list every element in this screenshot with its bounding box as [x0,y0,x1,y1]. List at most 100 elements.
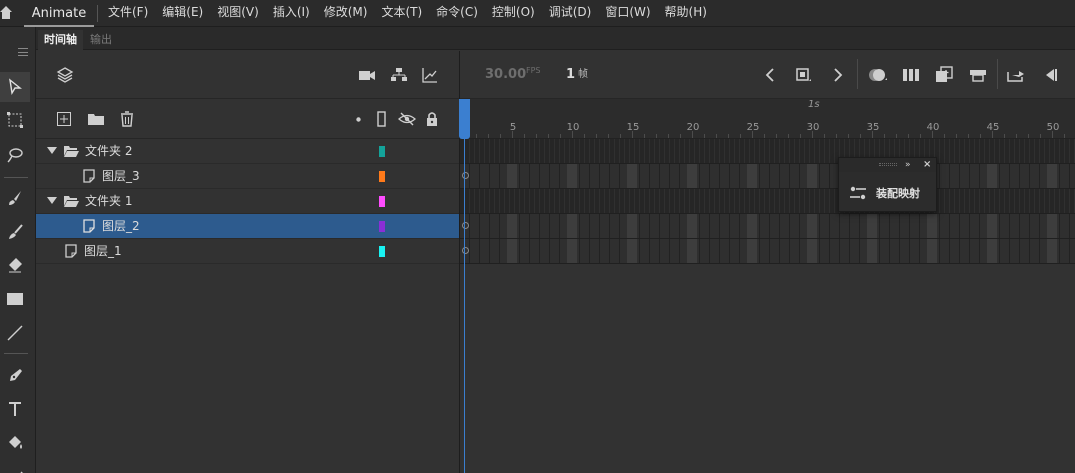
frame-cell-marker [567,239,577,263]
free-transform-tool[interactable] [0,105,30,135]
more-tools[interactable] [0,462,30,473]
expand-triangle-icon[interactable] [47,147,57,154]
app-title[interactable]: Animate [24,0,94,27]
frame-track-folder-1[interactable] [460,189,1075,214]
menu-bar: Animate 文件(F) 编辑(E) 视图(V) 插入(I) 修改(M) 文本… [0,0,1075,27]
menu-window[interactable]: 窗口(W) [605,0,650,27]
menu-modify[interactable]: 修改(M) [324,0,368,27]
new-folder-button[interactable] [86,110,106,128]
loop-button[interactable] [1006,65,1026,85]
camera-button[interactable] [357,65,377,85]
insert-blank-keyframe-button[interactable] [968,65,988,85]
ruler-tick [992,131,993,138]
layer-row-folder-1[interactable]: 文件夹 1 [36,189,459,214]
layer-color-swatch[interactable] [379,246,385,257]
rectangle-tool[interactable] [0,284,30,314]
brush-tool[interactable] [0,217,30,247]
tab-timeline[interactable]: 时间轴 [38,30,83,50]
tab-output[interactable]: 输出 [84,30,118,50]
layer-tools-row [36,99,459,139]
next-frame-button[interactable] [830,66,846,84]
drag-grip-icon[interactable] [879,163,897,166]
menu-edit[interactable]: 编辑(E) [162,0,203,27]
fluid-brush-icon [9,191,21,205]
layer-row-layer-3[interactable]: 图层_3 [36,164,459,189]
lock-toggle[interactable] [424,110,440,128]
menu-insert[interactable]: 插入(I) [273,0,310,27]
insert-keyframe-button[interactable] [934,65,954,85]
ruler-tick [944,134,945,138]
close-icon[interactable]: × [923,158,931,172]
menu-file[interactable]: 文件(F) [108,0,148,27]
stop-button[interactable] [794,66,812,84]
frame-cell-marker [807,239,817,263]
rectangle-icon [7,293,23,305]
paint-bucket-icon [9,436,22,449]
ruler-tick [860,134,861,138]
ruler-tick [584,134,585,138]
frame-track-layer-1[interactable] [460,239,1075,264]
frame-cell-marker [627,214,637,238]
menu-debug[interactable]: 调试(D) [549,0,592,27]
menu-help[interactable]: 帮助(H) [665,0,707,27]
previous-frame-button[interactable] [762,66,778,84]
text-tool[interactable] [0,394,30,424]
ruler-tick [848,134,849,138]
lasso-tool[interactable] [0,140,30,170]
frame-cell-marker [627,239,637,263]
frame-cell-marker [687,164,697,188]
graph-button[interactable] [420,65,440,85]
layer-color-swatch[interactable] [379,196,385,207]
ruler-tick [668,134,669,138]
layer-row-layer-2[interactable]: 图层_2 [36,214,459,239]
expand-triangle-icon[interactable] [47,197,57,204]
eraser-tool[interactable] [0,250,30,280]
visibility-toggle[interactable] [397,110,417,128]
menu-text[interactable]: 文本(T) [381,0,422,27]
first-frame-button[interactable] [1040,65,1060,85]
layer-depth-button[interactable] [55,65,75,85]
ruler-tick [680,134,681,138]
frame-ruler[interactable]: 1s 5 10 15 20 25 30 35 40 45 50 [460,99,1075,139]
layer-color-swatch[interactable] [379,221,385,232]
ruler-tick [1052,131,1053,138]
edit-multiple-frames-button[interactable] [901,65,921,85]
pen-tool[interactable] [0,361,30,391]
playhead-handle[interactable] [459,99,470,139]
frame-track-layer-3[interactable] [460,164,1075,189]
collapse-icon[interactable]: » [905,158,911,172]
paint-bucket-tool[interactable] [0,428,30,458]
layer-color-swatch[interactable] [379,146,385,157]
panel-title-bar[interactable]: » × [839,158,936,172]
outline-toggle[interactable] [374,110,388,128]
fluid-brush-tool[interactable] [0,183,30,213]
menu-view[interactable]: 视图(V) [217,0,259,27]
fps-value[interactable]: 30.00 [485,67,526,82]
menu-commands[interactable]: 命令(C) [436,0,478,27]
frame-track-layer-2[interactable] [460,214,1075,239]
layer-color-swatch[interactable] [379,171,385,182]
tools-grip-icon[interactable] [18,48,28,56]
onion-skin-button[interactable] [866,65,888,85]
selection-tool[interactable] [0,72,30,102]
line-tool[interactable] [0,318,30,348]
frame-track-folder-2[interactable] [460,139,1075,164]
lock-icon [427,112,437,126]
ruler-tick [524,134,525,138]
layer-row-layer-1[interactable]: 图层_1 [36,239,459,264]
rig-mapping-button[interactable]: 装配映射 [839,180,936,206]
ruler-tick [692,131,693,138]
parenting-button[interactable] [389,65,409,85]
current-frame-value[interactable]: 1 [566,67,575,82]
layer-row-folder-2[interactable]: 文件夹 2 [36,139,459,164]
ruler-frame-number: 15 [626,122,640,133]
highlight-toggle[interactable] [354,115,362,123]
new-layer-button[interactable] [55,110,73,128]
frame-cell-marker [807,214,817,238]
home-icon[interactable] [0,5,12,21]
delete-layer-button[interactable] [118,109,136,129]
frame-unit-label: 帧 [578,69,588,80]
menu-control[interactable]: 控制(O) [492,0,535,27]
ruler-tick [1040,134,1041,138]
tools-divider [4,177,28,178]
